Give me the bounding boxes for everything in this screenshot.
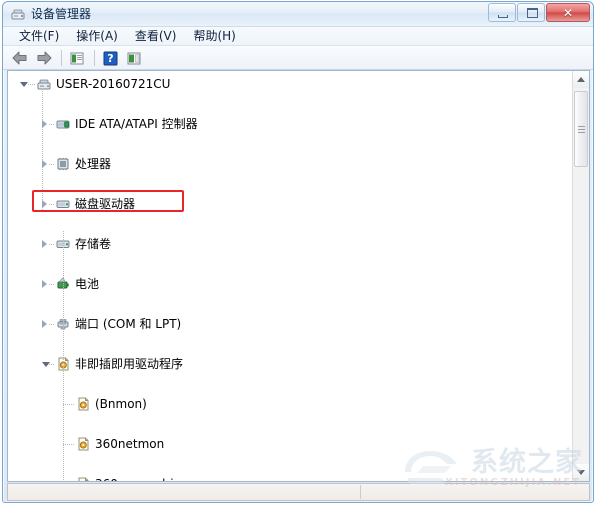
driver-row[interactable]: 360qpesv driver [8, 474, 572, 481]
expander-closed-icon[interactable] [42, 200, 47, 208]
ide-controller-icon [55, 116, 71, 132]
tree-connector [63, 404, 75, 405]
expander-open-icon[interactable] [20, 82, 28, 87]
tree-category-label: IDE ATA/ATAPI 控制器 [75, 117, 198, 131]
toolbar-separator-1 [61, 49, 62, 66]
minimize-icon [498, 15, 508, 18]
vertical-scrollbar[interactable] [572, 71, 589, 481]
svg-text:?: ? [107, 52, 113, 65]
device-manager-window: 设备管理器 ✕ 文件(F) 操作(A) 查看(V) 帮助(H) ? USER-2… [2, 1, 594, 503]
driver-icon [75, 476, 91, 481]
expander-closed-icon[interactable] [42, 280, 47, 288]
tree-category-volume[interactable]: 存储卷 [8, 234, 572, 254]
menu-view[interactable]: 查看(V) [127, 28, 186, 45]
device-tree[interactable]: USER-20160721CU IDE ATA/ATAPI 控制器 处理器 磁盘… [8, 71, 572, 481]
scan-hardware-button[interactable] [123, 48, 145, 68]
close-icon: ✕ [562, 6, 574, 20]
computer-icon [36, 76, 52, 92]
expander-closed-icon[interactable] [42, 320, 47, 328]
title-bar[interactable]: 设备管理器 ✕ [3, 2, 593, 27]
disk-drive-icon [55, 196, 71, 212]
tree-category-battery[interactable]: 电池 [8, 274, 572, 294]
tree-category-ide[interactable]: IDE ATA/ATAPI 控制器 [8, 114, 572, 134]
device-tree-panel: USER-20160721CU IDE ATA/ATAPI 控制器 处理器 磁盘… [7, 70, 590, 482]
scroll-thumb[interactable] [574, 91, 588, 167]
scroll-thumb-grip [578, 126, 585, 133]
driver-row[interactable]: (Bnmon) [8, 394, 572, 414]
driver-icon [75, 436, 91, 452]
menu-action[interactable]: 操作(A) [68, 28, 127, 45]
help-button[interactable]: ? [99, 48, 121, 68]
maximize-button[interactable] [517, 3, 545, 22]
tree-category-processor[interactable]: 处理器 [8, 154, 572, 174]
expander-closed-icon[interactable] [42, 160, 47, 168]
driver-label: (Bnmon) [95, 397, 147, 411]
status-bar [7, 483, 590, 501]
back-button[interactable] [9, 48, 31, 68]
tree-category-diskdrive[interactable]: 磁盘驱动器 [8, 194, 572, 214]
forward-arrow-icon [37, 51, 52, 64]
processor-icon [55, 156, 71, 172]
menu-file[interactable]: 文件(F) [11, 28, 68, 45]
tree-root-row[interactable]: USER-20160721CU [8, 74, 572, 94]
menu-bar: 文件(F) 操作(A) 查看(V) 帮助(H) [3, 27, 593, 46]
menu-help[interactable]: 帮助(H) [185, 28, 244, 45]
expander-closed-icon[interactable] [42, 120, 47, 128]
driver-icon [75, 396, 91, 412]
tree-category-label: 端口 (COM 和 LPT) [75, 317, 182, 331]
device-manager-icon [10, 6, 26, 22]
scroll-up-arrow[interactable] [573, 71, 589, 88]
window-title: 设备管理器 [31, 7, 92, 21]
forward-button[interactable] [33, 48, 55, 68]
close-button[interactable]: ✕ [546, 3, 590, 22]
expander-closed-icon[interactable] [42, 240, 47, 248]
tree-category-label: 非即插即用驱动程序 [75, 357, 184, 371]
help-question-icon: ? [103, 51, 118, 65]
maximize-icon [527, 8, 538, 18]
scan-hardware-icon [127, 52, 141, 64]
tree-root-label: USER-20160721CU [56, 77, 171, 91]
back-arrow-icon [12, 51, 27, 64]
properties-icon [70, 52, 84, 64]
minimize-button[interactable] [488, 3, 516, 22]
tree-category-label: 磁盘驱动器 [75, 197, 136, 211]
tree-connector [28, 84, 35, 85]
driver-label: 360netmon [95, 437, 165, 451]
toolbar: ? [3, 46, 593, 70]
window-controls: ✕ [488, 3, 590, 22]
tree-category-label: 电池 [75, 277, 100, 291]
tree-category-non-plug-and-play[interactable]: 非即插即用驱动程序 [8, 354, 572, 374]
tree-category-label: 存储卷 [75, 237, 112, 251]
properties-button[interactable] [66, 48, 88, 68]
status-separator [360, 485, 361, 499]
toolbar-separator-2 [94, 49, 95, 66]
driver-row[interactable]: 360netmon [8, 434, 572, 454]
tree-connector [63, 444, 75, 445]
tree-category-label: 处理器 [75, 157, 112, 171]
tree-category-ports[interactable]: 端口 (COM 和 LPT) [8, 314, 572, 334]
scroll-down-arrow[interactable] [573, 464, 589, 481]
driver-label: 360qpesv driver [95, 474, 193, 481]
